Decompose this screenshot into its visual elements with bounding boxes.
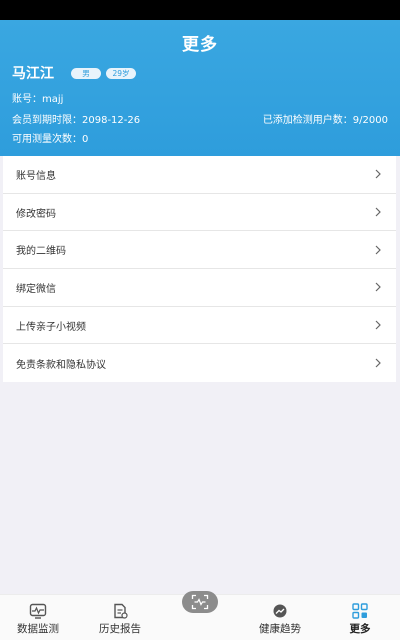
tab-more[interactable]: 更多 [330,595,390,640]
age-badge: 29岁 [106,68,136,79]
membership-expiry: 会员到期时限：2098-12-26 [12,115,141,126]
tab-label: 历史报告 [99,623,141,635]
menu-item-label: 我的二维码 [16,246,66,258]
gender-badge: 男 [71,68,101,79]
chevron-right-icon [375,169,381,179]
menu-item-label: 绑定微信 [16,283,56,295]
menu-item-label: 免责条款和隐私协议 [16,359,106,371]
chevron-right-icon [375,282,381,292]
chevron-right-icon [375,245,381,255]
menu-item-change-password[interactable]: 修改密码 [3,194,396,232]
menu-item-bind-wechat[interactable]: 绑定微信 [3,269,396,307]
added-users-count: 已添加检测用户数：9/2000 [262,115,388,126]
chevron-right-icon [375,207,381,217]
menu-item-qr-code[interactable]: 我的二维码 [3,231,396,270]
tab-data-monitoring[interactable]: 数据监测 [8,595,68,640]
chevron-right-icon [375,320,381,330]
menu-item-account-info[interactable]: 账号信息 [3,156,396,194]
scan-icon [191,594,209,610]
tab-label: 数据监测 [17,623,59,635]
menu-item-label: 上传亲子小视频 [16,321,86,333]
tab-label: 健康趋势 [259,623,301,635]
page-title: 更多 [182,35,218,55]
profile-header: 更多 马江江 男 29岁 账号：majj 会员到期时限：2098-12-26 已… [0,20,400,156]
tab-history-report[interactable]: 历史报告 [90,595,150,640]
scan-button[interactable] [182,591,218,613]
menu-item-label: 修改密码 [16,208,56,220]
tab-health-trend[interactable]: 健康趋势 [250,595,310,640]
trend-icon [273,604,287,618]
report-icon [114,603,128,619]
grid-more-icon [352,603,368,619]
account-label: 账号：majj [12,94,64,105]
heartbeat-monitor-icon [29,603,47,619]
status-bar [0,0,400,20]
menu-item-upload-video[interactable]: 上传亲子小视频 [3,307,396,345]
tab-label: 更多 [349,623,371,635]
settings-menu: 账号信息 修改密码 我的二维码 绑定微信 上传亲子小视频 免责条款和隐私协议 [3,156,396,383]
menu-item-privacy-terms[interactable]: 免责条款和隐私协议 [3,344,396,382]
remaining-tests: 可用测量次数：0 [12,134,89,145]
user-name: 马江江 [12,66,54,82]
menu-item-label: 账号信息 [16,170,56,182]
chevron-right-icon [375,358,381,368]
